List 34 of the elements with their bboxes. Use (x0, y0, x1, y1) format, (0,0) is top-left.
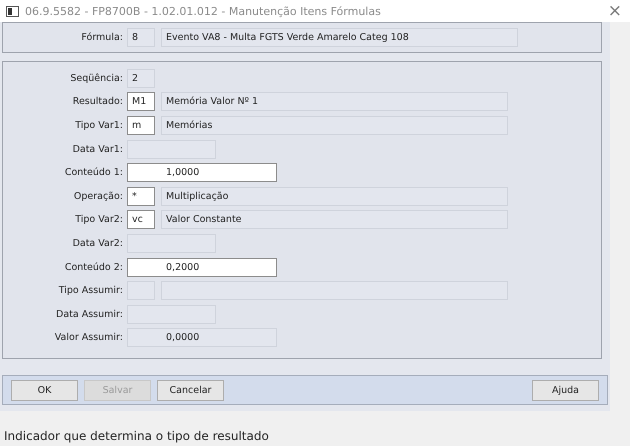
field-label: Conteúdo 1: (64, 167, 123, 178)
input-field[interactable]: 2 (127, 68, 155, 88)
field-label: Tipo Assumir: (58, 285, 123, 296)
help-button[interactable]: Ajuda (532, 380, 599, 401)
window-title: 06.9.5582 - FP8700B - 1.02.01.012 - Manutenção Itens Fórmulas (25, 4, 382, 18)
field-label: Seqüência: (69, 72, 123, 84)
field-label: Fórmula: (80, 32, 123, 43)
field-label: Tipo Var2: (74, 214, 123, 226)
field-label: Data Assumir: (55, 308, 123, 320)
input-field[interactable]: vc (127, 210, 155, 230)
input-field[interactable]: Evento VA8 - Multa FGTS Verde Amarelo Categ 108 (161, 28, 518, 47)
input-field[interactable]: 0,2000 (127, 258, 277, 277)
action-button[interactable]: OK (11, 380, 78, 401)
input-field[interactable]: Valor Constante (161, 210, 508, 230)
field-label: Conteúdo 2: (64, 262, 123, 273)
input-field[interactable]: * (127, 186, 155, 206)
input-field[interactable]: 0,0000 (127, 328, 277, 348)
input-field[interactable]: Multiplicação (161, 186, 508, 206)
window-icon (6, 6, 19, 16)
status-text: Indicador que determina o tipo de resultado (4, 428, 269, 443)
close-icon[interactable]: × (608, 2, 622, 20)
field-label: Data Var1: (72, 144, 123, 155)
input-field[interactable]: 8 (127, 28, 155, 47)
field-label: Tipo Var1: (74, 120, 123, 131)
input-field[interactable]: Memórias (161, 116, 508, 135)
field-label: Operação: (72, 190, 123, 202)
field-label: Valor Assumir: (54, 332, 123, 344)
input-field[interactable]: M1 (127, 92, 155, 112)
input-field[interactable]: 1,0000 (127, 163, 277, 182)
input-field[interactable]: Memória Valor Nº 1 (161, 92, 508, 112)
field-label: Data Var2: (72, 238, 123, 249)
field-label: Resultado: (72, 96, 123, 108)
action-button[interactable]: Cancelar (157, 380, 224, 401)
input-field[interactable]: m (127, 116, 155, 135)
